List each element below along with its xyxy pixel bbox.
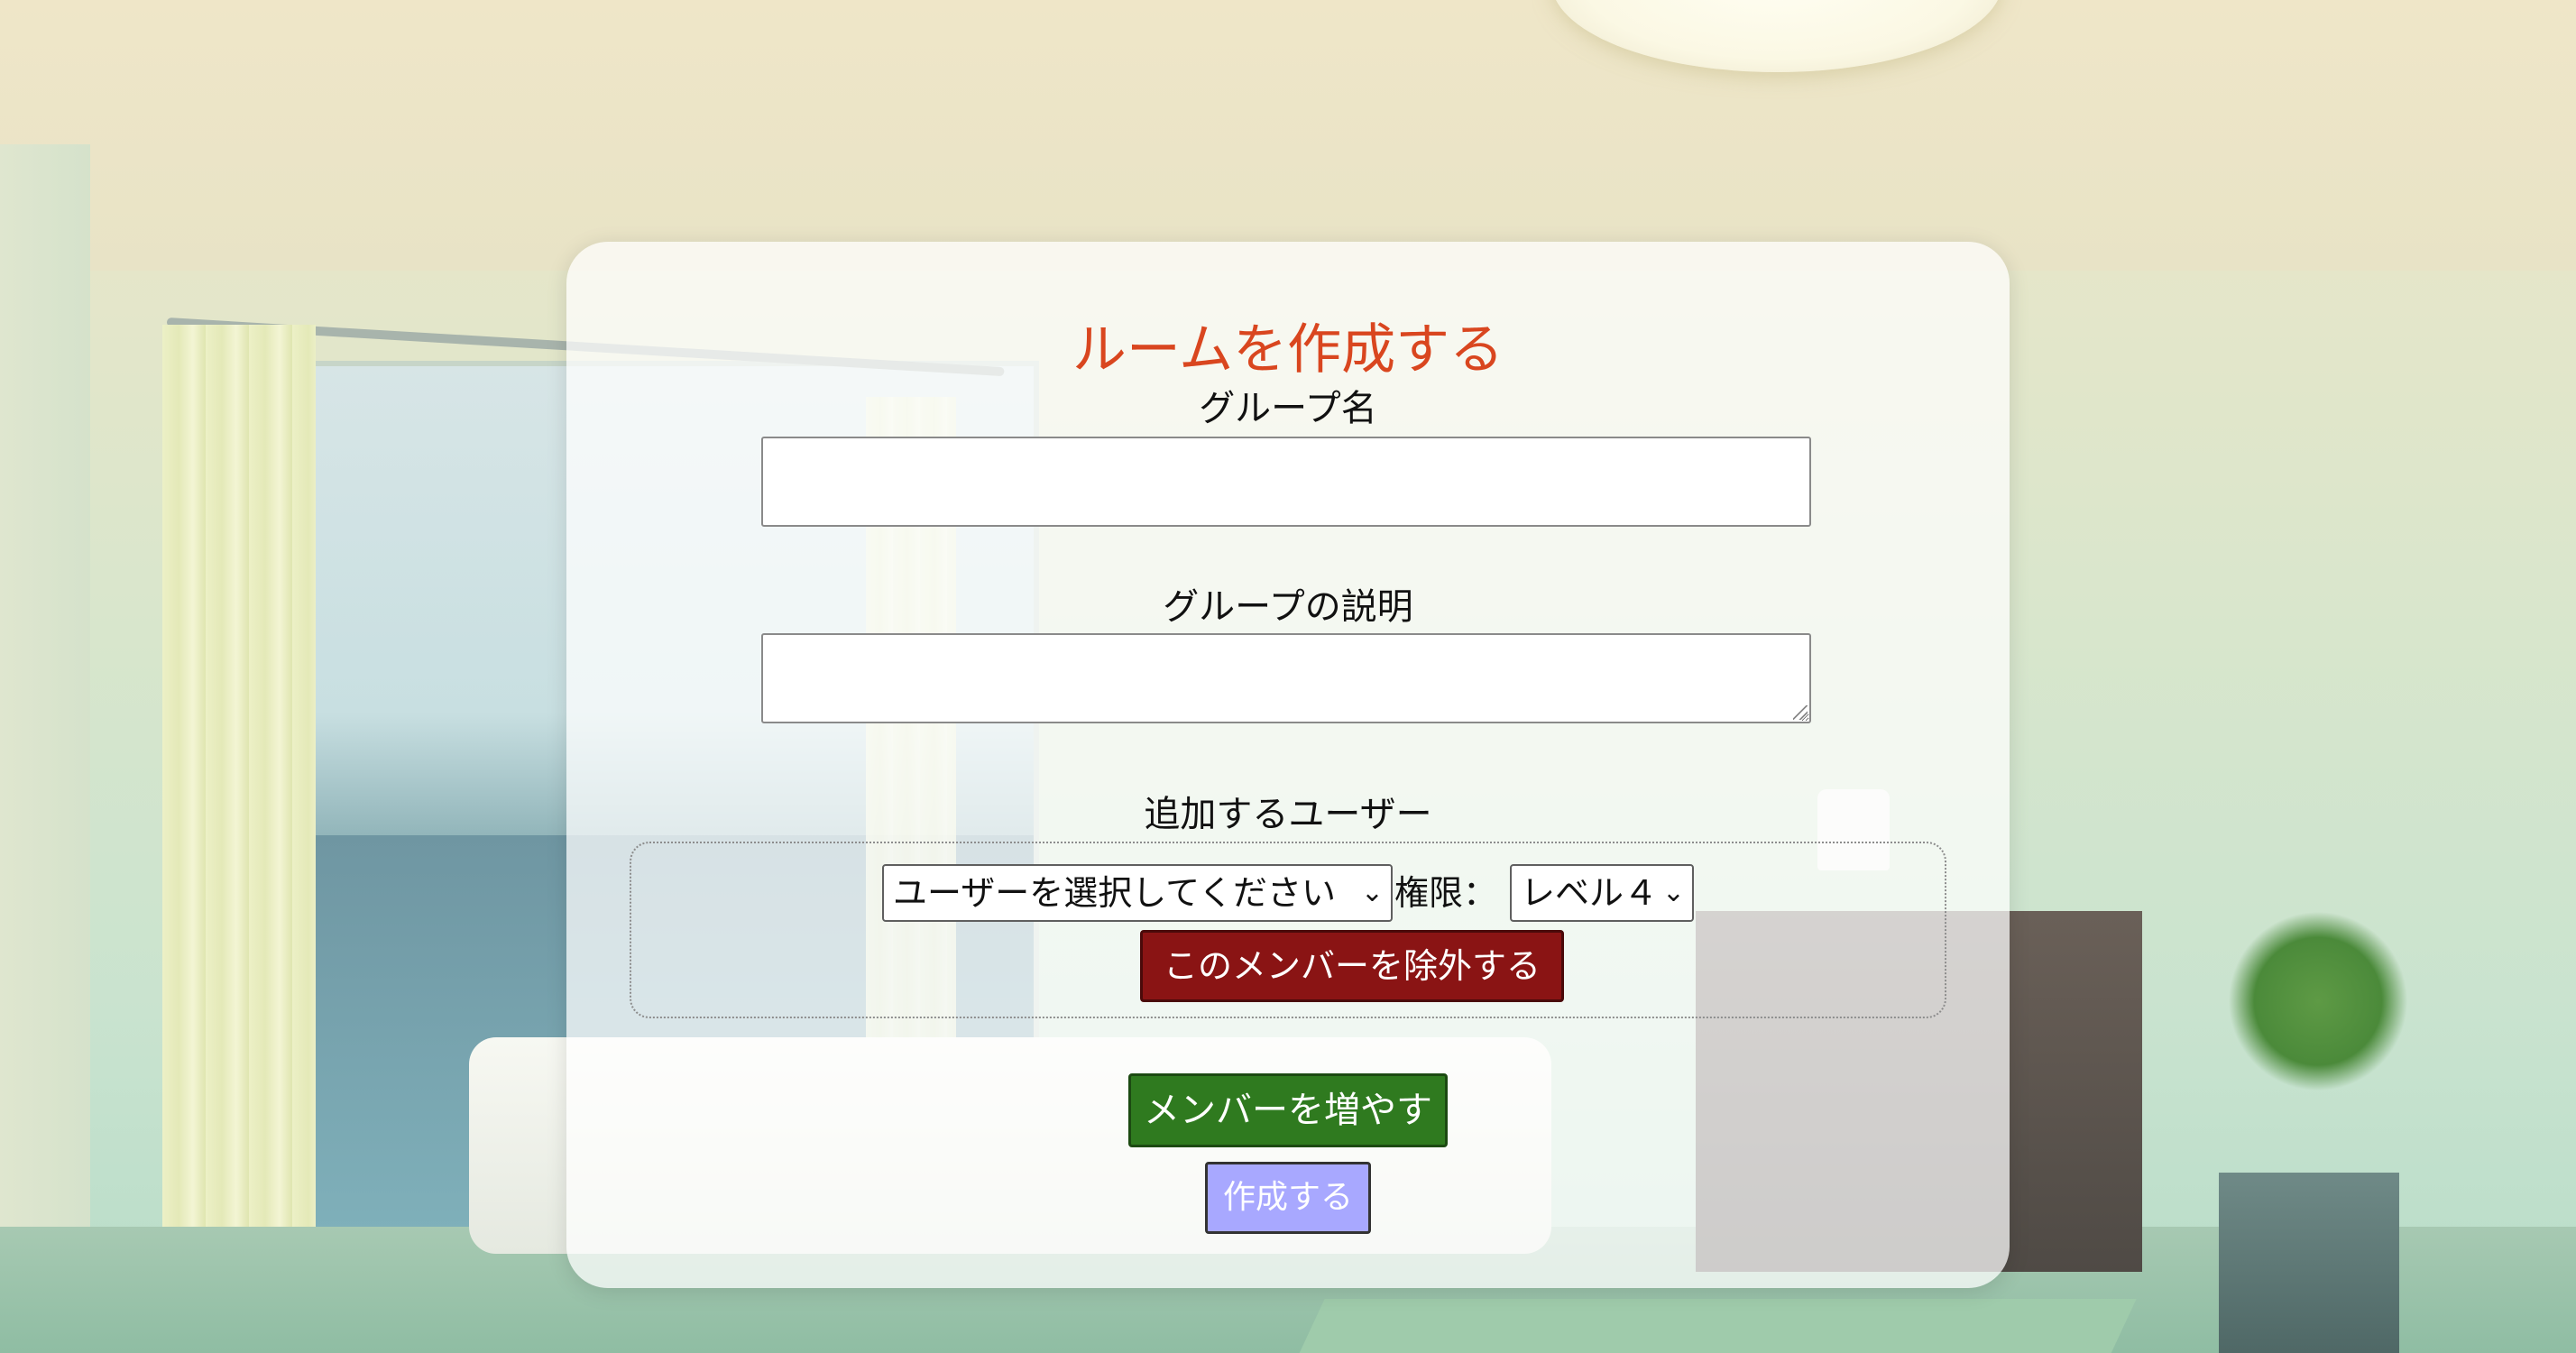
- permission-level-select[interactable]: レベル４ ⌄: [1510, 864, 1694, 922]
- create-button[interactable]: 作成する: [1205, 1162, 1371, 1234]
- background-plant-leaves: [2228, 911, 2408, 1091]
- background-curtain-left: [162, 325, 316, 1272]
- member-entry-row: ユーザーを選択してください ⌄ 権限： レベル４ ⌄: [631, 863, 1945, 923]
- background-plant-pot: [2219, 1173, 2399, 1353]
- group-name-label: グループ名: [1199, 388, 1377, 429]
- user-select-value: ユーザーを選択してください: [892, 873, 1336, 913]
- chevron-down-icon: ⌄: [1661, 877, 1685, 908]
- add-member-button[interactable]: メンバーを増やす: [1128, 1073, 1448, 1147]
- group-description-textarea[interactable]: [761, 633, 1811, 723]
- users-section-label: 追加するユーザー: [1144, 794, 1432, 835]
- remove-member-button[interactable]: このメンバーを除外する: [1140, 930, 1564, 1002]
- member-entry: ユーザーを選択してください ⌄ 権限： レベル４ ⌄ このメンバーを除外する: [630, 842, 1946, 1018]
- permission-label: 権限：: [1394, 873, 1497, 913]
- background-rug: [1291, 1299, 2137, 1353]
- background-left-wall: [0, 144, 90, 1353]
- user-select[interactable]: ユーザーを選択してください ⌄: [881, 864, 1393, 922]
- permission-level-value: レベル４: [1521, 873, 1659, 913]
- page-title: ルームを作成する: [1072, 318, 1504, 382]
- group-name-input[interactable]: [761, 437, 1811, 527]
- chevron-down-icon: ⌄: [1360, 877, 1384, 908]
- background-ceiling: [0, 0, 2576, 271]
- group-description-label: グループの説明: [1163, 586, 1413, 628]
- create-room-form: ルームを作成する グループ名 グループの説明 追加するユーザー ユーザーを選択し…: [566, 242, 2010, 1288]
